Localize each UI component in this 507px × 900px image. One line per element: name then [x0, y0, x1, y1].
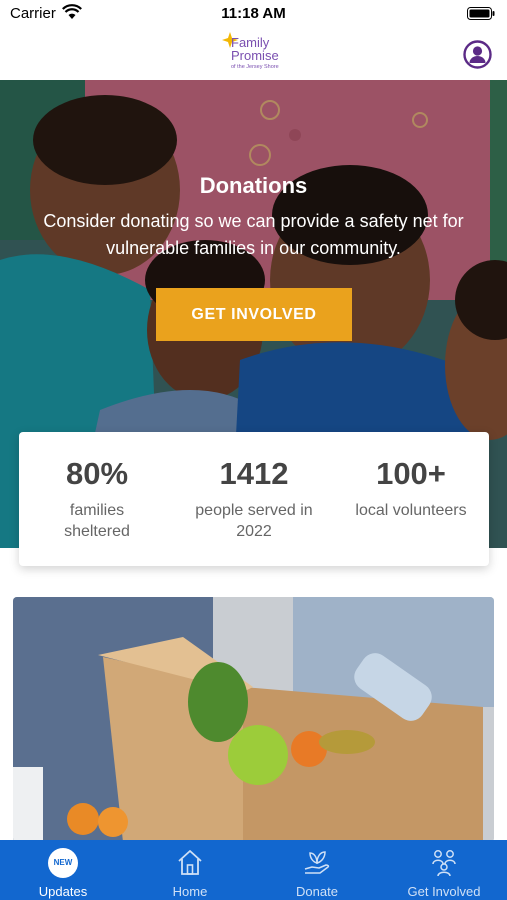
tab-label: Updates — [38, 884, 88, 899]
battery-icon — [467, 7, 495, 20]
stat-local-volunteers: 100+ local volunteers — [333, 432, 489, 566]
status-bar: Carrier 11:18 AM — [0, 0, 507, 30]
stat-value: 100+ — [376, 456, 446, 491]
stat-people-served: 1412 people served in 2022 — [176, 432, 332, 566]
tab-home[interactable]: Home — [127, 840, 253, 900]
tab-updates[interactable]: NEW Updates — [0, 840, 126, 900]
home-icon — [178, 850, 202, 875]
stat-value: 80% — [65, 456, 129, 491]
tab-get-involved[interactable]: Get Involved — [381, 840, 507, 900]
logo-text-subtitle: of the Jersey Shore — [231, 64, 279, 70]
tab-label: Donate — [296, 884, 338, 899]
hero-description: Consider donating so we can provide a sa… — [43, 211, 464, 258]
bottom-tab-bar: NEW Updates Home Donate Get Involved — [0, 840, 507, 900]
hero-title: Donations — [199, 173, 308, 198]
logo-text-promise: Promise — [231, 48, 279, 63]
stat-label: people served in 2022 — [195, 502, 313, 540]
new-badge-icon: NEW — [48, 848, 78, 878]
get-involved-button[interactable]: GET INVOLVED — [156, 288, 352, 341]
tab-label: Get Involved — [407, 884, 481, 899]
donation-photo-card[interactable] — [13, 597, 494, 842]
stat-value: 1412 — [219, 456, 289, 491]
app-header: Family Promise of the Jersey Shore — [0, 30, 507, 80]
stat-label: local volunteers — [355, 502, 467, 519]
tab-donate[interactable]: Donate — [254, 840, 380, 900]
stats-card: 80% families sheltered 1412 people serve… — [19, 432, 489, 566]
tab-label: Home — [172, 884, 208, 899]
food-box-photo — [13, 597, 494, 842]
status-time: 11:18 AM — [221, 5, 286, 22]
profile-icon[interactable] — [463, 40, 492, 69]
stat-label: families sheltered — [64, 502, 130, 540]
donate-icon — [304, 851, 330, 874]
stat-families-sheltered: 80% families sheltered — [19, 432, 175, 566]
family-promise-logo[interactable]: Family Promise of the Jersey Shore — [222, 32, 288, 76]
people-icon — [432, 850, 456, 877]
